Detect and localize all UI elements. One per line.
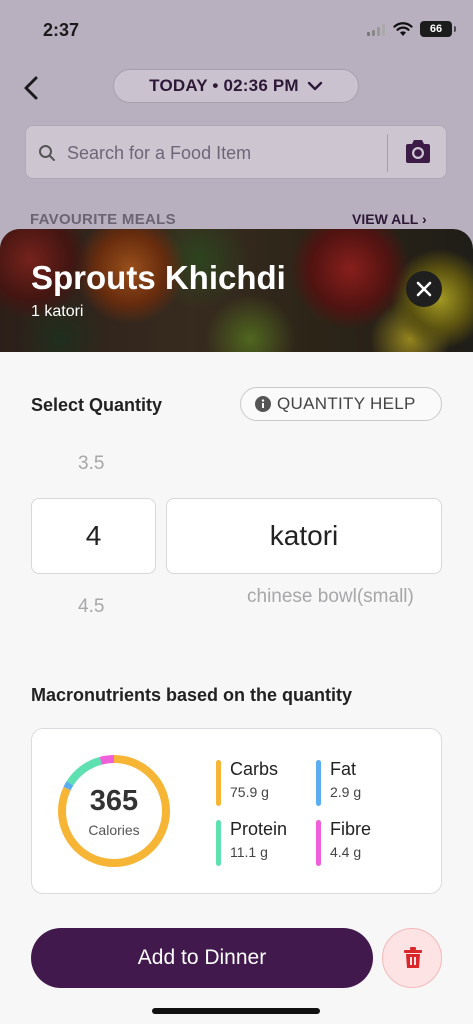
search-input[interactable]: Search for a Food Item: [25, 125, 447, 179]
food-hero-image: Sprouts Khichdi 1 katori: [0, 229, 473, 352]
chevron-down-icon: [307, 81, 323, 91]
quantity-option-next[interactable]: 4.5: [78, 596, 104, 618]
fibre-color-bar: [316, 820, 321, 866]
delete-button[interactable]: [382, 928, 442, 988]
favourite-meals-heading: FAVOURITE MEALS: [30, 211, 176, 228]
close-button[interactable]: [406, 271, 442, 307]
chevron-right-icon: ›: [422, 211, 427, 227]
fibre-label: Fibre: [330, 819, 372, 839]
quantity-help-button[interactable]: QUANTITY HELP: [240, 387, 442, 421]
quantity-option-prev[interactable]: 3.5: [78, 453, 104, 475]
close-icon: [416, 281, 432, 297]
status-bar: 2:37 66: [0, 0, 473, 56]
status-time: 2:37: [43, 20, 80, 40]
battery-icon: 66: [420, 21, 456, 37]
calories-label: Calories: [88, 822, 140, 838]
trash-icon: [404, 947, 422, 968]
protein-value: 11.1 g: [230, 844, 268, 860]
macro-fat: Fat 2.9 g: [316, 758, 361, 806]
back-arrow-icon[interactable]: [18, 72, 46, 104]
search-divider: [387, 134, 388, 172]
search-icon: [39, 145, 55, 161]
info-icon: [255, 396, 271, 412]
home-indicator: [152, 1008, 320, 1014]
view-all-link[interactable]: VIEW ALL ›: [352, 211, 427, 227]
protein-label: Protein: [230, 819, 288, 839]
fat-label: Fat: [330, 759, 357, 779]
carbs-label: Carbs: [230, 759, 279, 779]
macronutrients-heading: Macronutrients based on the quantity: [31, 685, 353, 705]
search-placeholder: Search for a Food Item: [67, 143, 252, 163]
protein-color-bar: [216, 820, 221, 866]
fat-value: 2.9 g: [330, 784, 362, 800]
cellular-signal-icon: [367, 24, 385, 36]
add-to-dinner-button[interactable]: Add to Dinner: [31, 928, 373, 988]
food-title: Sprouts Khichdi: [31, 259, 286, 296]
macro-carbs: Carbs 75.9 g: [216, 758, 278, 806]
carbs-color-bar: [216, 760, 221, 806]
macronutrients-card: 365 Calories Carbs 75.9 g Fat 2.9 g Prot…: [31, 728, 442, 894]
fibre-value: 4.4 g: [330, 844, 362, 860]
calories-value: 365: [89, 785, 139, 817]
select-quantity-heading: Select Quantity: [31, 395, 163, 415]
date-time-selector[interactable]: TODAY • 02:36 PM: [113, 69, 359, 103]
view-all-label: VIEW ALL: [352, 211, 419, 227]
food-serving: 1 katori: [31, 303, 84, 320]
quantity-picker[interactable]: 4: [31, 498, 156, 574]
food-detail-sheet: Sprouts Khichdi 1 katori Select Quantity…: [0, 229, 473, 1024]
camera-icon[interactable]: [403, 138, 433, 166]
wifi-icon: [393, 22, 413, 36]
unit-picker[interactable]: katori: [166, 498, 442, 574]
macro-fibre: Fibre 4.4 g: [316, 818, 371, 866]
unit-option-next[interactable]: chinese bowl(small): [247, 584, 417, 610]
macro-protein: Protein 11.1 g: [216, 818, 287, 866]
carbs-value: 75.9 g: [230, 784, 269, 800]
quantity-help-label: QUANTITY HELP: [277, 394, 416, 413]
fat-color-bar: [316, 760, 321, 806]
date-time-label: TODAY • 02:36 PM: [149, 76, 299, 95]
